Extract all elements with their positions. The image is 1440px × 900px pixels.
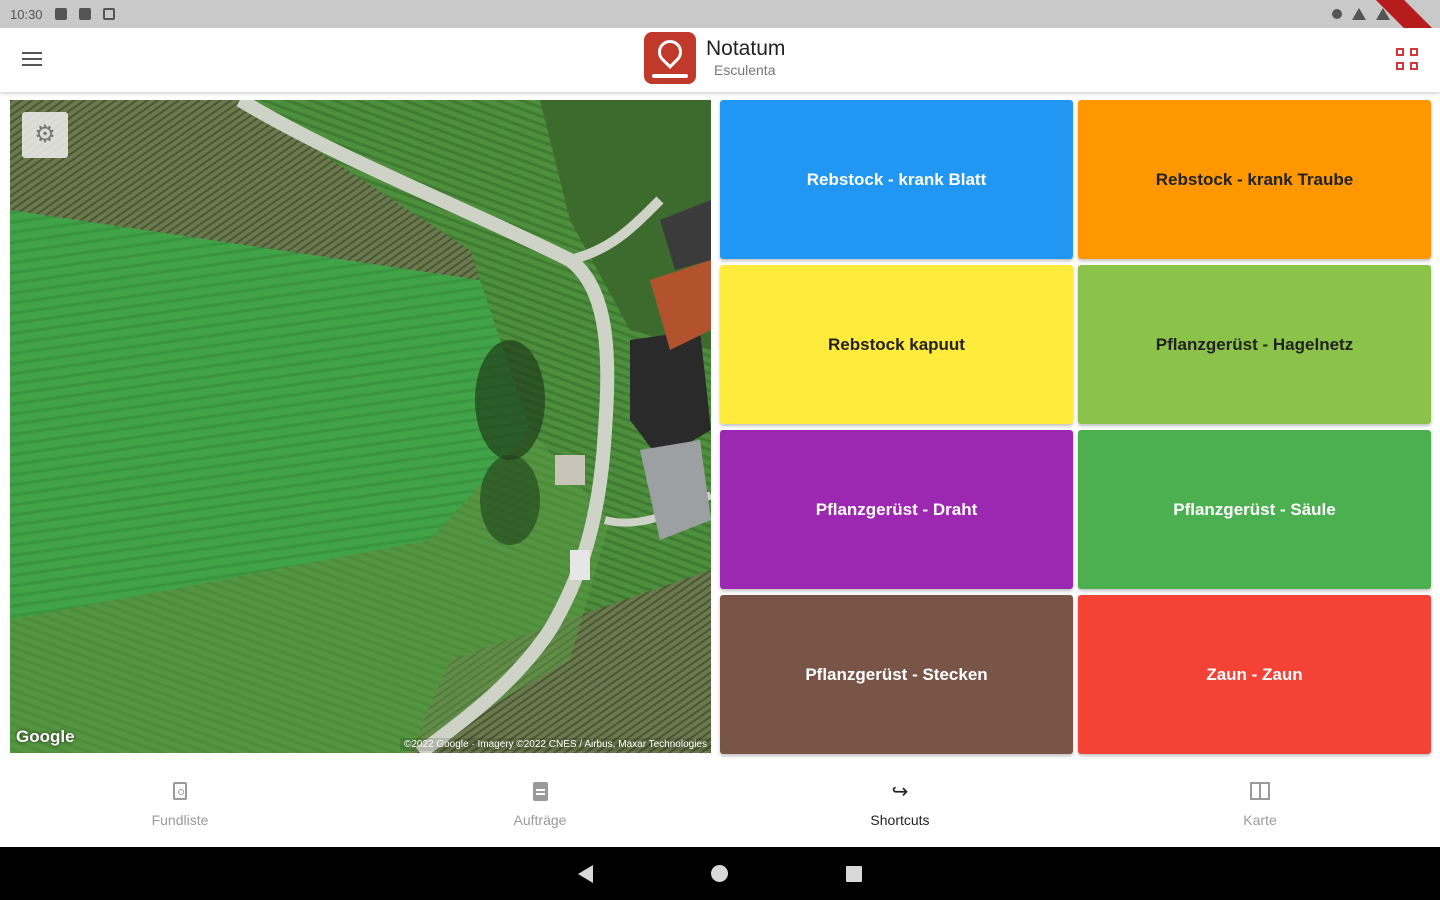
shortcut-label: Rebstock kapuut bbox=[828, 334, 965, 354]
shortcut-label: Rebstock - krank Traube bbox=[1155, 169, 1354, 189]
status-time: 10:30 bbox=[10, 6, 43, 22]
shortcut-arrow-icon: ↪ bbox=[891, 780, 909, 803]
map-attribution[interactable]: ©2022 Google · Imagery ©2022 CNES / Airb… bbox=[399, 738, 711, 751]
menu-icon[interactable] bbox=[20, 48, 44, 72]
bottom-navigation: Fundliste Aufträge ↪ Shortcuts Karte bbox=[0, 760, 1440, 847]
shortcut-label: Pflanzgerüst - Hagelnetz bbox=[1155, 334, 1354, 354]
app-subtitle: Esculenta bbox=[714, 62, 776, 78]
wifi-icon bbox=[1352, 8, 1366, 20]
app-title: Notatum bbox=[706, 37, 786, 60]
shortcut-tile[interactable]: Pflanzgerüst - Draht bbox=[720, 430, 1073, 589]
system-navigation-bar bbox=[0, 847, 1440, 900]
google-logo: Google bbox=[16, 727, 75, 746]
nav-item-fundliste[interactable]: Fundliste bbox=[0, 760, 360, 847]
shortcut-label: Pflanzgerüst - Draht bbox=[815, 499, 978, 519]
notification-icon bbox=[54, 8, 67, 20]
location-icon bbox=[1332, 9, 1342, 19]
nav-label: Fundliste bbox=[151, 812, 209, 828]
qr-code-icon[interactable] bbox=[1396, 48, 1418, 70]
shortcut-label: Zaun - Zaun bbox=[1206, 664, 1303, 684]
nav-item-auftraege[interactable]: Aufträge bbox=[360, 760, 720, 847]
back-icon[interactable] bbox=[578, 864, 593, 883]
map-settings-button[interactable]: ⚙ bbox=[22, 112, 68, 158]
orders-icon bbox=[532, 780, 548, 802]
map-icon bbox=[1250, 780, 1270, 802]
nav-label: Shortcuts bbox=[870, 812, 930, 828]
shortcut-tile[interactable]: Pflanzgerüst - Stecken bbox=[720, 595, 1073, 754]
gear-icon: ⚙ bbox=[34, 121, 56, 148]
shortcut-tile[interactable]: Pflanzgerüst - Hagelnetz bbox=[1078, 265, 1431, 424]
map-imagery bbox=[10, 100, 711, 753]
home-icon[interactable] bbox=[711, 865, 728, 882]
shortcut-tile[interactable]: Rebstock - krank Traube bbox=[1078, 100, 1431, 259]
shortcut-tile[interactable]: Rebstock - krank Blatt bbox=[720, 100, 1073, 259]
app-logo-icon bbox=[644, 32, 696, 84]
shortcut-label: Pflanzgerüst - Säule bbox=[1173, 499, 1336, 519]
app-brand: Notatum Esculenta bbox=[644, 32, 785, 84]
satellite-map[interactable]: ⚙ Google ©2022 Google · Imagery ©2022 CN… bbox=[10, 100, 711, 753]
shortcut-grid: Rebstock - krank Blatt Rebstock - krank … bbox=[720, 100, 1432, 754]
find-list-icon bbox=[173, 780, 187, 802]
shortcut-label: Pflanzgerüst - Stecken bbox=[805, 664, 988, 684]
app-bar: Notatum Esculenta bbox=[0, 28, 1440, 92]
shortcut-label: Rebstock - krank Blatt bbox=[806, 169, 987, 189]
nav-label: Aufträge bbox=[513, 812, 567, 828]
recent-apps-icon[interactable] bbox=[846, 865, 862, 882]
shortcut-tile[interactable]: Rebstock kapuut bbox=[720, 265, 1073, 424]
shortcut-tile[interactable]: Zaun - Zaun bbox=[1078, 595, 1431, 754]
nav-item-shortcuts[interactable]: ↪ Shortcuts bbox=[720, 760, 1080, 847]
nav-label: Karte bbox=[1243, 812, 1277, 828]
shortcut-tile[interactable]: Pflanzgerüst - Säule bbox=[1078, 430, 1431, 589]
sd-card-icon bbox=[78, 8, 91, 20]
status-bar: 10:30 bbox=[0, 0, 1440, 74]
clipboard-icon bbox=[102, 8, 115, 20]
nav-item-karte[interactable]: Karte bbox=[1080, 760, 1440, 847]
